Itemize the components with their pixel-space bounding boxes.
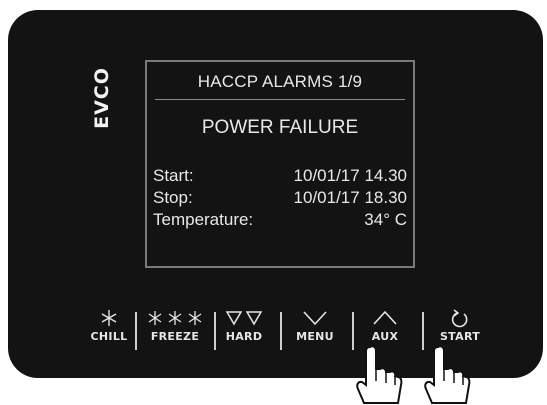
screen-title: HACCP ALARMS 1/9 — [197, 72, 363, 91]
chevron-down-icon — [303, 311, 327, 326]
menu-label: MENU — [296, 330, 334, 343]
temperature-value: 34° C — [364, 210, 407, 229]
chevron-up-icon — [373, 310, 397, 325]
separator — [135, 312, 137, 350]
display-screen: HACCP ALARMS 1/9 POWER FAILURE Start: 10… — [145, 60, 415, 268]
pointing-hand-icon — [356, 345, 403, 404]
stop-label: Stop: — [153, 188, 193, 207]
freeze-button[interactable]: FREEZE — [138, 302, 212, 348]
stop-row: Stop: 10/01/17 18.30 — [153, 188, 407, 208]
logo-text: EVCO — [91, 67, 113, 129]
double-down-triangle-icon — [225, 311, 263, 326]
temperature-label: Temperature: — [153, 210, 254, 229]
triple-snowflake-icon — [148, 311, 202, 325]
start-value: 10/01/17 14.30 — [293, 166, 407, 185]
separator — [214, 312, 216, 350]
snowflake-icon — [101, 310, 117, 326]
start-row: Start: 10/01/17 14.30 — [153, 166, 407, 186]
start-label: Start: — [153, 166, 194, 185]
aux-label: AUX — [371, 330, 399, 343]
chill-button[interactable]: CHILL — [86, 302, 132, 348]
restart-icon — [451, 309, 468, 328]
hard-label: HARD — [225, 330, 263, 343]
start-label-button: START — [439, 330, 481, 343]
freeze-label: FREEZE — [150, 330, 200, 343]
pointing-hand-icon — [424, 345, 471, 404]
evco-logo: EVCO — [91, 62, 113, 134]
chill-label: CHILL — [90, 330, 128, 343]
aux-button[interactable]: AUX — [362, 302, 408, 348]
temperature-row: Temperature: 34° C — [153, 210, 407, 230]
title-divider — [155, 99, 405, 100]
alarm-name: POWER FAILURE — [201, 117, 359, 138]
stop-value: 10/01/17 18.30 — [293, 188, 407, 207]
menu-button[interactable]: MENU — [290, 302, 340, 348]
start-button[interactable]: START — [430, 302, 490, 348]
hard-button[interactable]: HARD — [218, 302, 270, 348]
separator — [280, 312, 282, 350]
